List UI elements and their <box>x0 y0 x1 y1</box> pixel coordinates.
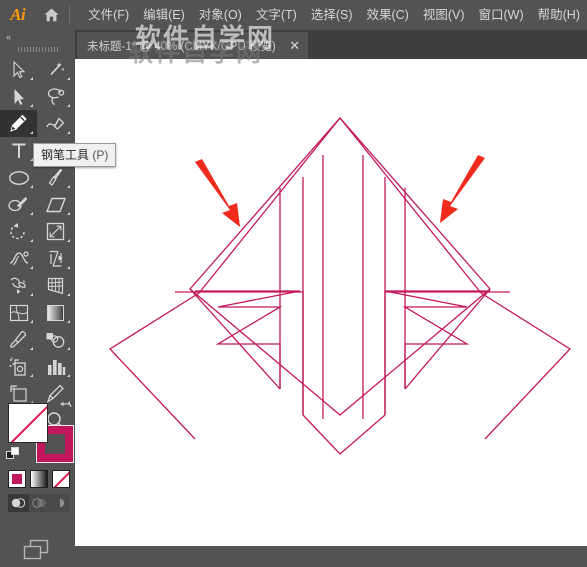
right-wing <box>480 292 572 440</box>
tool-corner-indicator <box>67 347 70 350</box>
tools-panel: « <box>0 30 76 560</box>
color-swatch[interactable] <box>8 470 26 488</box>
tool-corner-indicator <box>30 293 33 296</box>
menu-effect[interactable]: 效果(C) <box>359 0 415 30</box>
tool-corner-indicator <box>67 320 70 323</box>
draw-behind-mode[interactable] <box>28 494 50 512</box>
tool-scale[interactable] <box>37 218 74 245</box>
tool-corner-indicator <box>67 374 70 377</box>
tool-corner-indicator <box>67 77 70 80</box>
upper-inner-edges <box>198 117 482 294</box>
menu-edit[interactable]: 编辑(E) <box>136 0 192 30</box>
menu-help[interactable]: 帮助(H) <box>531 0 587 30</box>
swap-fill-stroke-icon[interactable] <box>58 401 72 419</box>
home-icon[interactable] <box>35 0 67 30</box>
outer-diamond <box>189 117 491 416</box>
close-icon[interactable]: ✕ <box>289 39 301 52</box>
document-tab[interactable]: 未标题-1* @ 40% (CMYK/GPU 预览) ✕ <box>77 32 308 59</box>
tool-blend[interactable] <box>37 326 74 353</box>
drawing-mode-buttons <box>8 494 71 512</box>
default-fill-stroke-icon[interactable] <box>6 447 21 466</box>
tool-free-transform[interactable] <box>37 245 74 272</box>
tooltip-label: 钢笔工具 <box>41 148 90 162</box>
fill-stroke-controls <box>6 401 74 466</box>
tool-rotate[interactable] <box>0 218 37 245</box>
tool-shape-builder[interactable] <box>0 272 37 299</box>
tool-corner-indicator <box>30 131 33 134</box>
tool-corner-indicator <box>30 320 33 323</box>
tool-blob-brush[interactable] <box>0 191 37 218</box>
tool-corner-indicator <box>67 293 70 296</box>
menu-object[interactable]: 对象(O) <box>192 0 249 30</box>
tool-eyedropper[interactable] <box>0 326 37 353</box>
tool-corner-indicator <box>67 239 70 242</box>
tool-lasso[interactable] <box>37 83 74 110</box>
tool-corner-indicator <box>30 374 33 377</box>
tool-eraser[interactable] <box>37 191 74 218</box>
change-screen-mode-icon[interactable] <box>22 538 52 567</box>
tool-curvature[interactable] <box>37 110 74 137</box>
tool-selection[interactable] <box>0 56 37 83</box>
right-bracket <box>384 291 510 415</box>
tool-tooltip: 钢笔工具 (P) <box>33 143 117 167</box>
fill-swatch[interactable] <box>8 403 48 443</box>
tool-mesh[interactable] <box>0 299 37 326</box>
tool-grid <box>0 56 75 434</box>
collapse-panel-icon[interactable]: « <box>0 30 75 44</box>
tool-type[interactable] <box>0 137 37 164</box>
bottom-vee <box>302 414 386 455</box>
tool-perspective-grid[interactable] <box>37 272 74 299</box>
app-logo: Ai <box>10 5 26 24</box>
menu-view[interactable]: 视图(V) <box>416 0 472 30</box>
tool-pen[interactable] <box>0 110 37 137</box>
tool-corner-indicator <box>67 185 70 188</box>
tool-width[interactable] <box>0 245 37 272</box>
tool-paintbrush[interactable] <box>37 164 74 191</box>
menu-bar: Ai 文件(F) 编辑(E) 对象(O) 文字(T) 选择(S) 效果(C) 视… <box>0 0 587 30</box>
tool-corner-indicator <box>67 212 70 215</box>
menu-window[interactable]: 窗口(W) <box>472 0 531 30</box>
tool-corner-indicator <box>30 104 33 107</box>
none-slash-icon <box>10 404 47 442</box>
artwork-vector <box>108 117 572 455</box>
tool-corner-indicator <box>67 104 70 107</box>
left-wing <box>108 292 200 440</box>
draw-normal-mode[interactable] <box>8 494 29 512</box>
draw-inside-mode[interactable] <box>49 494 71 512</box>
tool-corner-indicator <box>30 77 33 80</box>
tool-direct-selection[interactable] <box>0 83 37 110</box>
artboard-canvas[interactable] <box>75 59 587 546</box>
panel-drag-handle[interactable] <box>0 44 75 54</box>
annotation-arrows <box>195 155 485 227</box>
arrow-right-icon <box>440 155 485 223</box>
tool-corner-indicator <box>30 347 33 350</box>
tool-symbol-sprayer[interactable] <box>0 353 37 380</box>
menu-select[interactable]: 选择(S) <box>304 0 360 30</box>
document-tab-bar: 未标题-1* @ 40% (CMYK/GPU 预览) ✕ <box>75 30 587 59</box>
color-mode-swatches <box>8 470 70 488</box>
none-swatch[interactable] <box>52 470 70 488</box>
tool-magic-wand[interactable] <box>37 56 74 83</box>
tool-corner-indicator <box>67 266 70 269</box>
left-bracket <box>175 291 304 415</box>
menu-type[interactable]: 文字(T) <box>249 0 304 30</box>
tool-corner-indicator <box>30 266 33 269</box>
right-chevron <box>384 290 490 389</box>
arrow-left-icon <box>195 159 240 227</box>
tool-gradient[interactable] <box>37 299 74 326</box>
menu-items: 文件(F) 编辑(E) 对象(O) 文字(T) 选择(S) 效果(C) 视图(V… <box>81 0 587 30</box>
document-tab-label: 未标题-1* @ 40% (CMYK/GPU 预览) <box>87 40 276 53</box>
tool-corner-indicator <box>67 131 70 134</box>
tooltip-shortcut: (P) <box>89 148 109 162</box>
tool-ellipse[interactable] <box>0 164 37 191</box>
tool-corner-indicator <box>30 239 33 242</box>
gradient-swatch[interactable] <box>30 470 48 488</box>
diamond-linework <box>108 117 572 455</box>
menu-file[interactable]: 文件(F) <box>81 0 136 30</box>
tool-corner-indicator <box>30 185 33 188</box>
menubar-divider <box>69 6 71 24</box>
illustrator-window: Ai 文件(F) 编辑(E) 对象(O) 文字(T) 选择(S) 效果(C) 视… <box>0 0 587 560</box>
tool-column-graph[interactable] <box>37 353 74 380</box>
tool-corner-indicator <box>30 212 33 215</box>
